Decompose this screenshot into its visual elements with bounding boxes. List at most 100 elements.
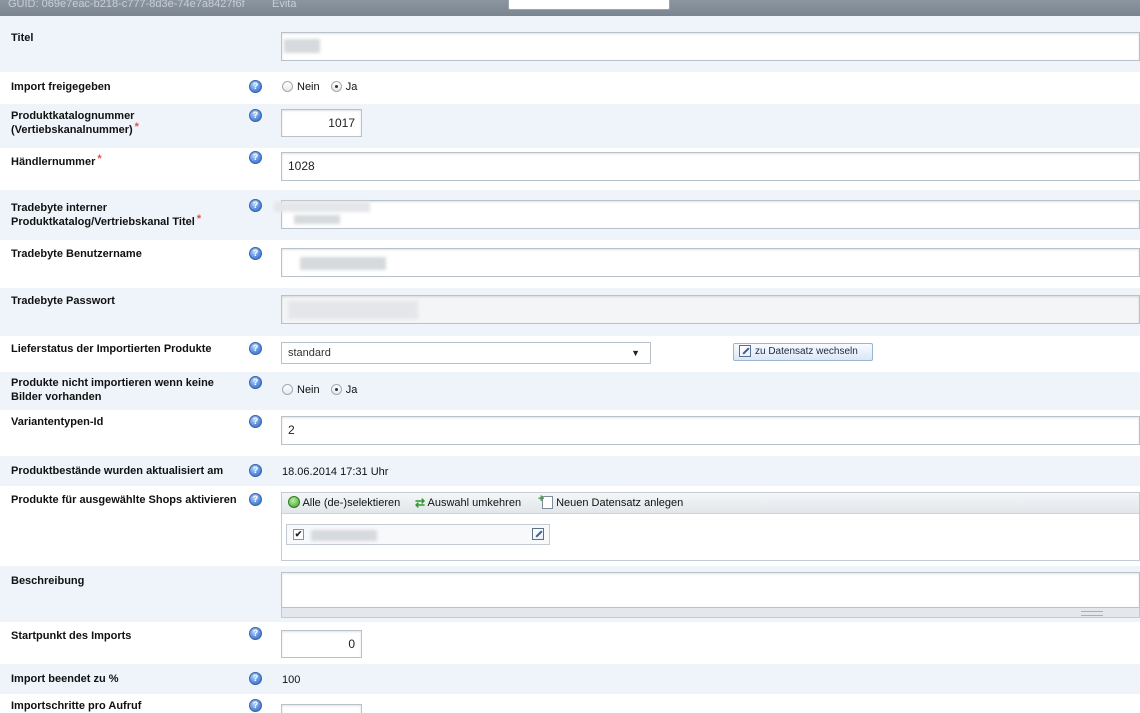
help-icon[interactable]: ? [249,109,262,122]
haendlernummer-label: Händlernummer * [11,153,247,169]
redacted-value [311,530,377,541]
edit-icon[interactable] [532,528,544,540]
help-icon[interactable]: ? [249,672,262,685]
header-search-input[interactable] [508,0,670,10]
startpunkt-label: Startpunkt des Imports [11,630,132,642]
row-importschritte: Importschritte pro Aufruf ? [0,694,1140,713]
row-titel: Titel [0,16,1140,72]
tradebyte-titel-input[interactable] [274,200,1140,229]
keine-bilder-label-line2: Bilder vorhanden [11,391,102,403]
switch-record-button-label: zu Datensatz wechseln [755,346,858,357]
record-header-bar: GUID: 069e7eac-b218-c777-8d3e-74e7a8427f… [0,0,1140,16]
check-circle-icon [288,496,300,509]
katalognummer-label-line2: (Vertiebskanalnummer) [11,124,133,136]
importschritte-input[interactable] [281,704,362,713]
help-icon[interactable]: ? [249,247,262,260]
haendlernummer-input[interactable]: 1028 [281,152,1140,181]
beschreibung-textarea[interactable] [281,572,1140,608]
required-marker: * [97,153,102,165]
lieferstatus-label: Lieferstatus der Importierten Produkte [11,343,212,355]
row-tradebyte-benutzer: Tradebyte Benutzername ? [0,240,1140,288]
titel-input[interactable] [281,32,1140,61]
row-katalognummer: Produktkatalognummer (Vertiebskanalnummer… [0,104,1140,148]
radio-nein[interactable] [282,383,293,395]
help-icon[interactable]: ? [249,342,262,355]
importschritte-label: Importschritte pro Aufruf [11,700,142,712]
dropdown-arrow-icon: ▼ [631,348,640,358]
shop-list-item[interactable]: ✔ [286,524,550,545]
keine-bilder-label: Produkte nicht importieren wenn keine Bil… [11,376,247,404]
textarea-resize-handle[interactable] [281,608,1140,618]
app-name: Evita [272,0,297,10]
shop-checkbox[interactable]: ✔ [293,529,304,540]
titel-label: Titel [11,32,34,44]
redacted-value [294,215,340,224]
row-startpunkt: Startpunkt des Imports ? 0 [0,622,1140,664]
shops-selection-panel: Alle (de-)selektieren ⇄ Auswahl umkehren… [281,489,1140,561]
keine-bilder-label-line1: Produkte nicht importieren wenn keine [11,377,214,389]
variantentypen-input[interactable]: 2 [281,416,1140,445]
radio-ja-label: Ja [345,384,358,397]
required-marker: * [196,213,202,225]
redacted-value [284,39,320,53]
redacted-value [300,257,386,270]
help-icon[interactable]: ? [249,627,262,640]
help-icon[interactable]: ? [249,415,262,428]
help-icon[interactable]: ? [249,199,262,212]
import-freigegeben-label: Import freigegeben [11,81,111,93]
tradebyte-titel-label-line1: Tradebyte interner [11,202,107,214]
tradebyte-titel-label-line2: Produktkatalog/Vertriebskanal Titel [11,216,195,228]
katalognummer-input[interactable]: 1017 [281,109,362,137]
bestaende-label: Produktbestände wurden aktualisiert am [11,465,224,477]
switch-record-button[interactable]: zu Datensatz wechseln [733,343,873,361]
tradebyte-passwort-label: Tradebyte Passwort [11,295,115,307]
radio-ja[interactable] [330,383,342,395]
redacted-value [288,301,418,319]
row-haendlernummer: Händlernummer * ? 1028 [0,148,1140,190]
tradebyte-benutzer-input[interactable] [281,248,1140,277]
help-icon[interactable]: ? [249,151,262,164]
bestaende-value: 18.06.2014 17:31 Uhr [282,466,389,478]
beendet-label: Import beendet zu % [11,673,119,685]
row-import-freigegeben: Import freigegeben ? Nein Ja [0,72,1140,104]
startpunkt-input[interactable]: 0 [281,630,362,658]
required-marker: * [134,121,139,133]
invert-selection-button[interactable]: ⇄ Auswahl umkehren [415,493,521,513]
help-icon[interactable]: ? [249,376,262,389]
resize-grip-icon [1081,611,1103,616]
lieferstatus-selected-value: standard [288,347,331,359]
row-tradebyte-titel: Tradebyte interner Produktkatalog/Vertrie… [0,190,1140,240]
row-bestaende: Produktbestände wurden aktualisiert am ?… [0,456,1140,486]
new-document-icon [538,489,553,509]
edit-icon [739,345,751,358]
row-keine-bilder: Produkte nicht importieren wenn keine Bil… [0,372,1140,410]
new-record-label: Neuen Datensatz anlegen [556,497,684,509]
beschreibung-label: Beschreibung [11,575,85,587]
radio-ja[interactable] [330,80,342,92]
tradebyte-titel-label: Tradebyte interner Produktkatalog/Vertrie… [11,201,247,229]
select-all-label: Alle (de-)selektieren [302,497,401,509]
shops-toolbar: Alle (de-)selektieren ⇄ Auswahl umkehren… [282,489,1139,514]
help-icon[interactable]: ? [249,699,262,712]
radio-nein[interactable] [282,80,293,92]
katalognummer-label-line1: Produktkatalognummer [11,110,135,122]
help-icon[interactable]: ? [249,493,262,506]
import-freigegeben-radio-group: Nein Ja [282,80,365,94]
radio-nein-label: Nein [297,384,320,397]
radio-nein-label: Nein [297,81,320,94]
invert-selection-label: Auswahl umkehren [427,497,522,509]
keine-bilder-radio-group: Nein Ja [282,383,365,397]
select-all-button[interactable]: Alle (de-)selektieren [288,493,400,513]
swap-arrows-icon: ⇄ [415,496,426,511]
beendet-value: 100 [282,674,301,686]
lieferstatus-select[interactable]: standard ▼ [281,342,651,364]
row-tradebyte-passwort: Tradebyte Passwort [0,288,1140,336]
katalognummer-label: Produktkatalognummer (Vertiebskanalnummer… [11,109,247,137]
tradebyte-passwort-input[interactable] [281,295,1140,324]
row-lieferstatus: Lieferstatus der Importierten Produkte ?… [0,336,1140,372]
help-icon[interactable]: ? [249,464,262,477]
row-beendet: Import beendet zu % ? 100 [0,664,1140,694]
haendlernummer-label-text: Händlernummer [11,156,96,168]
help-icon[interactable]: ? [249,80,262,93]
new-record-button[interactable]: Neuen Datensatz anlegen [538,489,684,513]
